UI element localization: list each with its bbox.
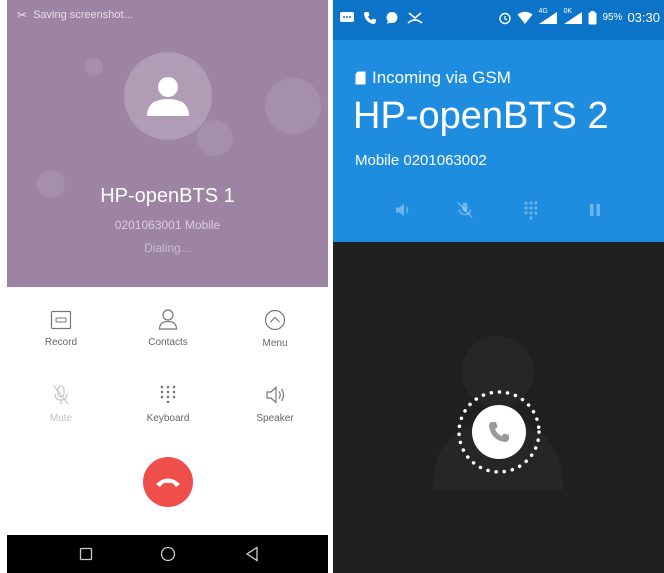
record-label: Record (44, 337, 78, 348)
wifi-icon (517, 11, 533, 24)
back-button[interactable] (243, 545, 261, 563)
alarm-icon (499, 12, 512, 24)
system-icons: 4G 0K 95% 03:30 (498, 7, 660, 25)
incoming-call-screen: 4G 0K 95% 03:30 Incoming via GSM HP-open… (333, 0, 664, 573)
pause-icon (590, 204, 600, 216)
speaker-toggle[interactable] (393, 200, 413, 220)
decorative-bubble (265, 78, 321, 134)
speaker-button[interactable]: Speaker (225, 384, 325, 424)
incoming-call-header: Incoming via GSM HP-openBTS 2 Mobile 020… (333, 40, 664, 242)
speaker-label: Speaker (256, 413, 294, 424)
network-label-1: 4G (538, 7, 548, 15)
speaker-icon (266, 386, 285, 404)
hang-up-icon (156, 478, 180, 487)
dialpad-icon (524, 201, 538, 220)
hold-toggle[interactable] (585, 200, 605, 220)
incoming-label: Incoming via GSM (372, 68, 511, 87)
missed-call-icon (407, 12, 423, 24)
keyboard-button[interactable]: Keyboard (118, 384, 218, 424)
mute-button[interactable]: Mute (11, 384, 111, 424)
call-controls (333, 200, 664, 222)
signal-strength-1: 4G (538, 7, 558, 25)
contacts-button[interactable]: Contacts (118, 308, 218, 348)
decorative-bubble (197, 120, 233, 156)
call-header: ✂ Saving screenshot... HP-openBTS 1 0201… (7, 0, 328, 287)
decorative-bubble (85, 58, 103, 76)
record-icon (50, 310, 72, 330)
navigation-bar (7, 535, 328, 573)
call-status: Dialing... (144, 241, 191, 255)
network-label-2: 0K (563, 7, 572, 15)
answer-call-button[interactable] (472, 405, 526, 459)
caller-name: HP-openBTS 2 (353, 95, 609, 137)
mute-toggle[interactable] (455, 200, 475, 220)
recent-apps-button[interactable] (77, 545, 95, 563)
caller-avatar (124, 52, 212, 140)
home-icon (160, 546, 176, 562)
keypad-icon (160, 385, 176, 404)
scissors-icon: ✂ (17, 8, 28, 22)
clock: 03:30 (627, 10, 660, 25)
mute-icon (457, 202, 473, 218)
incoming-via: Incoming via GSM (355, 68, 511, 88)
dialing-screen: ✂ Saving screenshot... HP-openBTS 1 0201… (7, 0, 328, 573)
caller-name: HP-openBTS 1 (100, 185, 235, 207)
notification-text: Saving screenshot... (33, 9, 133, 21)
sim-card-icon (355, 71, 366, 85)
signal-strength-2: 0K (563, 7, 583, 25)
recent-apps-icon (79, 547, 93, 561)
menu-label: Menu (262, 338, 288, 349)
phone-icon (489, 422, 509, 442)
contacts-label: Contacts (148, 337, 188, 348)
mute-label: Mute (49, 413, 73, 424)
person-icon (147, 77, 189, 116)
notification-icons (339, 11, 423, 25)
mute-icon (53, 385, 69, 405)
keyboard-label: Keyboard (146, 413, 190, 424)
chat-bubble-icon (386, 12, 398, 24)
phone-icon (364, 12, 376, 24)
battery-icon (588, 10, 597, 24)
record-button[interactable]: Record (11, 310, 111, 348)
contacts-icon (158, 309, 178, 330)
speaker-icon (396, 203, 409, 217)
screenshot-notification: ✂ Saving screenshot... (17, 8, 133, 22)
home-button[interactable] (159, 545, 177, 563)
end-call-button[interactable] (143, 457, 193, 507)
caller-number: 0201063001 Mobile (114, 218, 221, 232)
dialpad-toggle[interactable] (521, 200, 541, 220)
caller-number: Mobile 0201063002 (355, 152, 487, 169)
menu-button[interactable]: Menu (225, 309, 325, 349)
back-icon (245, 546, 258, 562)
battery-percent: 95% (602, 12, 623, 23)
chevron-up-circle-icon (264, 309, 286, 331)
status-bar: 4G 0K 95% 03:30 (333, 0, 664, 40)
message-icon (340, 12, 354, 22)
